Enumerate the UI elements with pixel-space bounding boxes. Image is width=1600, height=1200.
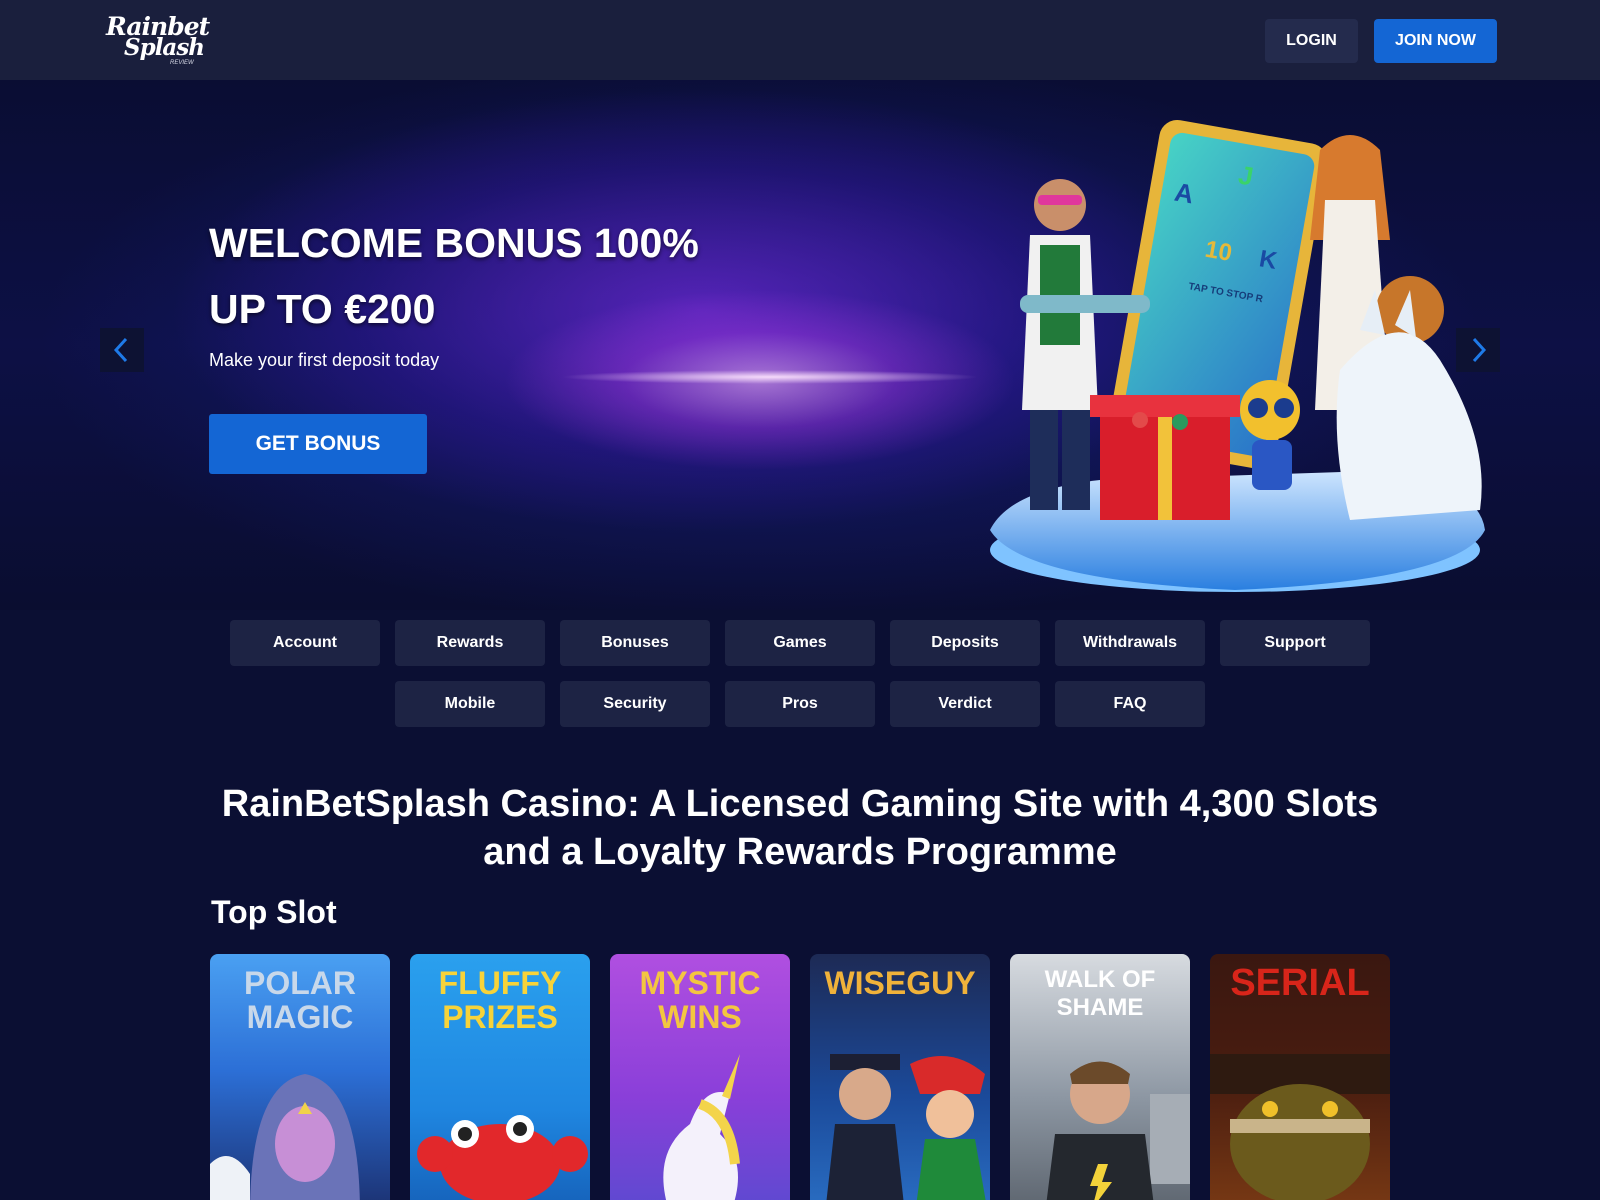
site-header: Rainbet Splash REVIEW LOGIN JOIN NOW bbox=[0, 0, 1600, 80]
hero-subtitle: Make your first deposit today bbox=[209, 350, 440, 370]
slot-card-title: FLUFFY PRIZES bbox=[410, 966, 590, 1034]
nav-support[interactable]: Support bbox=[1220, 620, 1370, 666]
hero-title-line-2: UP TO €200 bbox=[209, 286, 436, 332]
slot-title-line-2: PRIZES bbox=[442, 999, 558, 1035]
hero-banner: WELCOME BONUS 100% UP TO €200 Make your … bbox=[0, 80, 1600, 610]
slot-title-line-1: SERIAL bbox=[1230, 962, 1370, 1004]
nav-pros[interactable]: Pros bbox=[725, 681, 875, 727]
slot-card-walk-of-shame[interactable]: WALK OF SHAME bbox=[1010, 954, 1190, 1200]
nav-verdict[interactable]: Verdict bbox=[890, 681, 1040, 727]
carousel-prev-button[interactable] bbox=[100, 328, 144, 372]
slot-card-title: POLAR MAGIC bbox=[210, 966, 390, 1034]
slot-art-man bbox=[1046, 1061, 1190, 1200]
hero-title-line-1: WELCOME BONUS 100% bbox=[209, 220, 699, 266]
nav-security[interactable]: Security bbox=[560, 681, 710, 727]
nav-bonuses[interactable]: Bonuses bbox=[560, 620, 710, 666]
slot-card-title: SERIAL bbox=[1210, 962, 1390, 1004]
site-logo[interactable]: Rainbet Splash REVIEW bbox=[106, 12, 210, 70]
phone-reel-10: 10 bbox=[1203, 236, 1234, 267]
top-slot-heading: Top Slot bbox=[211, 894, 337, 930]
gift-box bbox=[1090, 395, 1240, 520]
slot-art-sorceress bbox=[210, 1074, 360, 1200]
slot-title-line-2: SHAME bbox=[1056, 994, 1144, 1021]
hero-title: WELCOME BONUS 100% UP TO €200 bbox=[209, 210, 769, 342]
hero-illustration: A J 10 K TAP TO STOP R bbox=[990, 119, 1485, 592]
slot-art-killer bbox=[1210, 1054, 1390, 1200]
slot-card-wiseguy[interactable]: WISEGUY bbox=[810, 954, 990, 1200]
slot-card-polar-magic[interactable]: POLAR MAGIC bbox=[210, 954, 390, 1200]
slot-art-crab bbox=[417, 1115, 588, 1200]
slot-title-line-2: WINS bbox=[658, 999, 742, 1035]
logo-line-3: REVIEW bbox=[170, 60, 194, 66]
section-nav: Account Rewards Bonuses Games Deposits W… bbox=[0, 620, 1600, 730]
slot-title-line-1: POLAR bbox=[244, 965, 356, 1001]
nav-faq[interactable]: FAQ bbox=[1055, 681, 1205, 727]
nav-mobile[interactable]: Mobile bbox=[395, 681, 545, 727]
slot-art-unicorn bbox=[663, 1054, 740, 1200]
nav-rewards[interactable]: Rewards bbox=[395, 620, 545, 666]
slot-card-title: WISEGUY bbox=[810, 966, 990, 1000]
nav-deposits[interactable]: Deposits bbox=[890, 620, 1040, 666]
slot-card-title: WALK OF SHAME bbox=[1010, 966, 1190, 1022]
hero-horizon-glow bbox=[560, 370, 980, 384]
nav-account[interactable]: Account bbox=[230, 620, 380, 666]
logo-line-2: Splash bbox=[124, 34, 205, 61]
nav-games[interactable]: Games bbox=[725, 620, 875, 666]
join-now-button[interactable]: JOIN NOW bbox=[1374, 19, 1497, 63]
get-bonus-button[interactable]: GET BONUS bbox=[209, 414, 427, 474]
slot-card-title: MYSTIC WINS bbox=[610, 966, 790, 1034]
slot-art-gangsters bbox=[826, 1054, 986, 1200]
slot-title-line-1: WISEGUY bbox=[824, 965, 976, 1001]
slot-title-line-2: MAGIC bbox=[246, 999, 354, 1035]
chevron-left-icon bbox=[113, 337, 128, 363]
login-button[interactable]: LOGIN bbox=[1265, 19, 1358, 63]
slot-card-serial[interactable]: SERIAL bbox=[1210, 954, 1390, 1200]
page-title: RainBetSplash Casino: A Licensed Gaming … bbox=[221, 783, 1379, 873]
slot-title-line-1: FLUFFY bbox=[438, 965, 562, 1001]
nav-withdrawals[interactable]: Withdrawals bbox=[1055, 620, 1205, 666]
slot-card-mystic-wins[interactable]: MYSTIC WINS bbox=[610, 954, 790, 1200]
slot-card-fluffy-prizes[interactable]: FLUFFY PRIZES bbox=[410, 954, 590, 1200]
slot-title-line-1: MYSTIC bbox=[639, 965, 761, 1001]
slot-title-line-1: WALK OF bbox=[1044, 966, 1156, 993]
